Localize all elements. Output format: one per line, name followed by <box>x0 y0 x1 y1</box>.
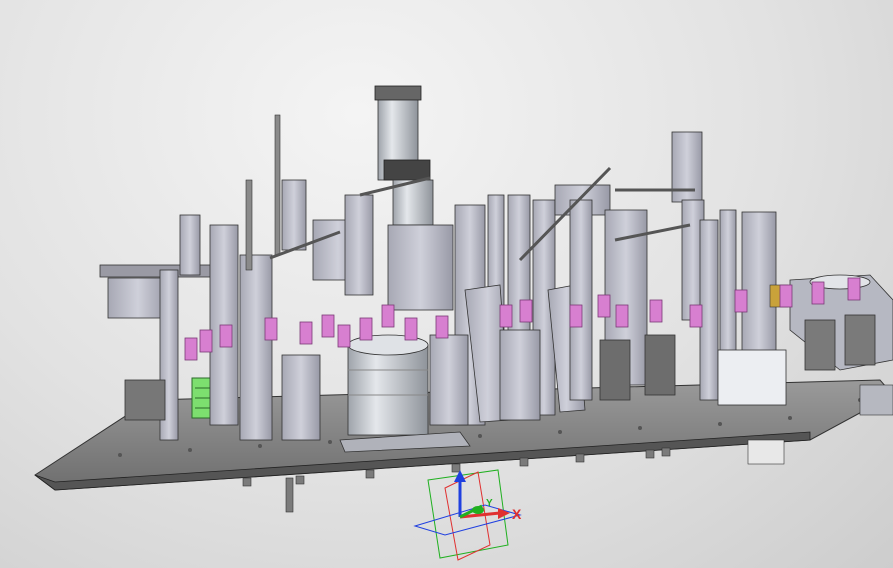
cad-3d-viewport[interactable]: X Y <box>0 0 893 568</box>
x-axis-label: X <box>512 506 522 522</box>
y-arrow <box>472 506 484 514</box>
reference-triad: X Y <box>413 469 522 561</box>
y-axis-label: Y <box>486 498 493 509</box>
